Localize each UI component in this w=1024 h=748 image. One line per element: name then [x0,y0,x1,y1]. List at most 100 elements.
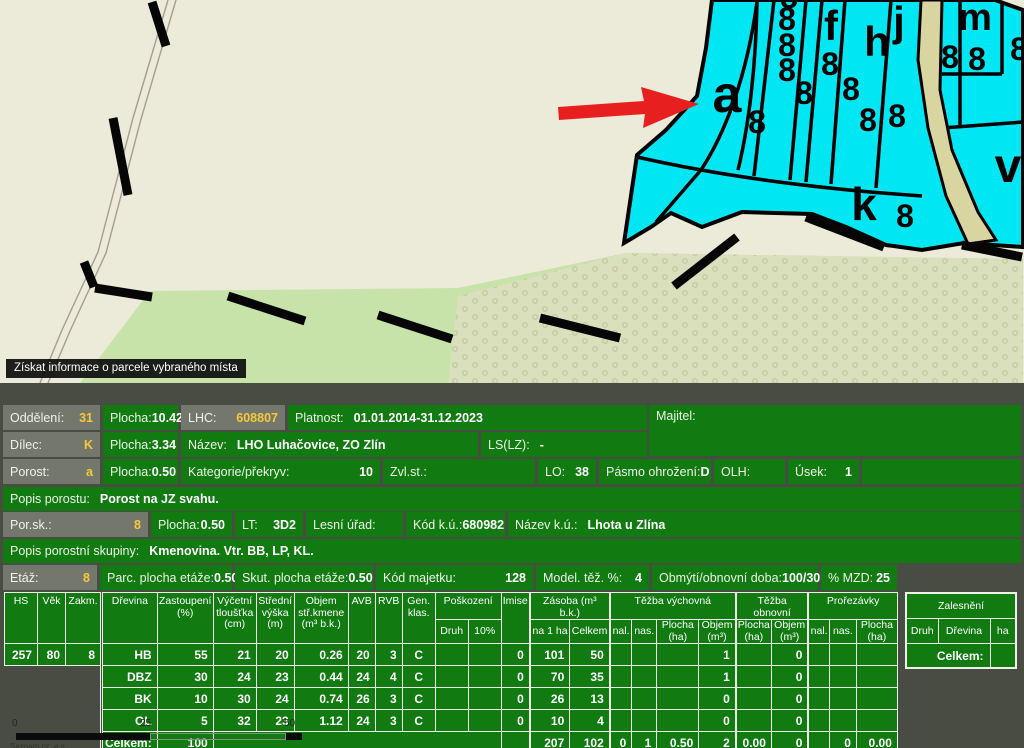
table-cell: 0 [699,710,736,732]
table-cell: 13 [570,688,610,710]
col-subheader: nal. [808,620,829,644]
table-cell: 0 [771,688,808,710]
table-cell [856,710,897,732]
field-plocha-porost: Plocha:0.50 [103,459,178,484]
col-header: Zakm. [66,593,102,644]
field-majitel: Majitel: [649,405,1021,456]
field-pasmo: Pásmo ohrožení:D [599,459,711,484]
table-cell [808,710,829,732]
col-header: Gen. klas. [402,593,435,644]
parcel-label-j[interactable]: j [892,0,905,45]
field-lt: LT:3D2 [235,512,303,537]
col-header: Dřevina [102,593,158,644]
table-cell: 0 [501,666,530,688]
table-cell: C [402,666,435,688]
parcel-label-h[interactable]: h [864,18,890,65]
table-cell [856,688,897,710]
map-canvas[interactable]: afhjkvm88888888888888 [0,0,1024,383]
table-cell [657,688,699,710]
table-cell: 3 [375,710,402,732]
table-cell [468,688,501,710]
map-svg: afhjkvm88888888888888 [0,0,1024,383]
stand-number-label: 8 [748,104,766,140]
parcel-label-v[interactable]: v [995,140,1022,193]
table-cell: 10 [157,688,213,710]
col-header: Věk [38,593,66,644]
table-cell [829,666,856,688]
table-cell: 0 [610,732,632,748]
table-cell: 80 [38,644,66,666]
field-platnost: Platnost:01.01.2014-31.12.2023 [288,405,647,430]
table-cell: 0 [829,732,856,748]
table-cell: 50 [570,644,610,666]
table-cell: 102 [570,732,610,748]
field-kod-ku: Kód k.ú.:680982 [406,512,505,537]
col-header: Prořezávky [808,593,897,620]
parcel-label-f[interactable]: f [824,2,839,49]
field-usek: Úsek:1 [788,459,859,484]
map-tooltip: Získat informace o parcele vybraného mís… [6,359,246,378]
table-cell: 24 [348,666,375,688]
table-cell [632,688,657,710]
table-cell: C [402,688,435,710]
table-cell: 1 [632,732,657,748]
col-subheader: na 1 ha [530,620,570,644]
col-subheader: 10% [468,620,501,644]
col-header: Těžba obnovní [736,593,809,620]
scalebar-segment [150,733,286,740]
stand-number-label: 8 [778,52,796,88]
col-header: RVB [375,593,402,644]
table-cell [610,688,632,710]
field-model-tez: Model. těž. %:4 [536,565,649,590]
stand-number-label: 8 [821,46,839,82]
col-subheader: Plocha (ha) [657,620,699,644]
stand-number-label: 8 [1010,31,1024,67]
field-obmyti: Obmýtí/obnovní doba:100/30 [652,565,818,590]
scale-tick-25: 25 [140,718,151,729]
table-cell: 257 [5,644,38,666]
zalesneni-table: Zalesnění Druh Dřevina ha Celkem: [905,592,1017,669]
stand-number-label: 8 [888,98,906,134]
field-skut-plocha: Skut. plocha etáže:0.50 [235,565,373,590]
table-cell: 0.44 [294,666,348,688]
table-cell: 20 [348,644,375,666]
field-kod-majetku: Kód majetku:128 [376,565,533,590]
col-subheader: Druh [435,620,468,644]
field-olh: OLH: [714,459,785,484]
table-cell [5,666,102,688]
map-attribution: Seznam.cz, a.s. [10,742,67,748]
field-mzd: % MZD:25 [821,565,897,590]
zalesneni-table-wrap: Zalesnění Druh Dřevina ha Celkem: [905,592,1017,669]
table-cell: 10 [530,710,570,732]
table-cell [435,688,468,710]
stand-number-label: 8 [941,39,959,75]
scalebar-segment [286,733,302,740]
zalesneni-total-label: Celkem: [906,644,990,669]
field-kategorie: Kategorie/překryv:10 [181,459,380,484]
table-cell [435,666,468,688]
zalesneni-col-druh: Druh [906,619,938,644]
stand-number-label: 8 [968,41,986,77]
table-cell: 8 [66,644,102,666]
table-cell [632,666,657,688]
table-cell: 26 [530,688,570,710]
parcel-label-m[interactable]: m [958,0,992,39]
table-cell [856,666,897,688]
table-cell [808,666,829,688]
table-cell: C [402,710,435,732]
field-lesni-urad: Lesní úřad: [306,512,403,537]
parcel-label-a[interactable]: a [713,66,743,124]
table-cell [435,644,468,666]
table-cell: HB [102,644,158,666]
field-nazev: Název:LHO Luhačovice, ZO Zlín [181,432,478,457]
zalesneni-col-ha: ha [990,619,1016,644]
col-subheader: nal. [610,620,632,644]
table-cell: BK [102,688,158,710]
table-cell [468,710,501,732]
parcel-label-k[interactable]: k [851,178,877,230]
field-plocha-oddeleni: Plocha:10.42 [103,405,178,430]
table-cell: 0.50 [657,732,699,748]
field-popis-porostu: Popis porostu:Porost na JZ svahu. [3,487,1021,511]
table-cell [610,710,632,732]
table-cell: 0 [699,688,736,710]
